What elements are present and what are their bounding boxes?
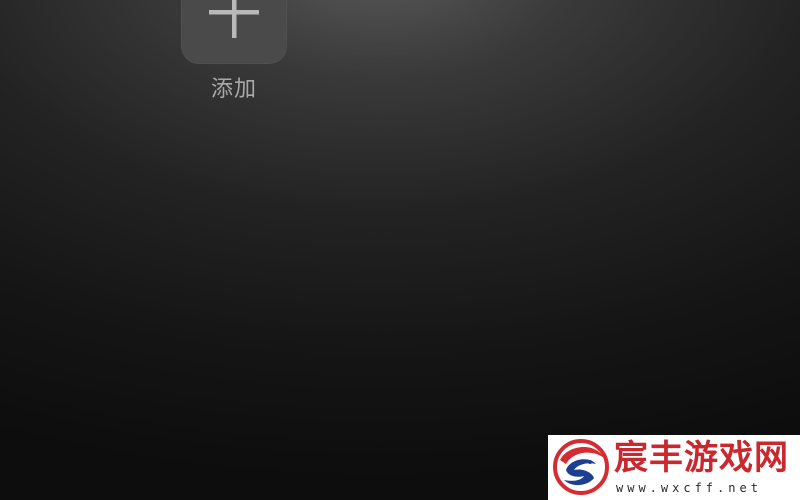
dragon-logo-icon <box>553 439 609 495</box>
add-button[interactable] <box>181 0 287 64</box>
plus-icon <box>209 0 259 38</box>
watermark-banner: 宸丰游戏网 www.wxcff.net <box>548 435 800 500</box>
watermark-title: 宸丰游戏网 <box>614 438 789 478</box>
add-label: 添加 <box>210 77 257 102</box>
watermark-url: www.wxcff.net <box>616 481 762 495</box>
